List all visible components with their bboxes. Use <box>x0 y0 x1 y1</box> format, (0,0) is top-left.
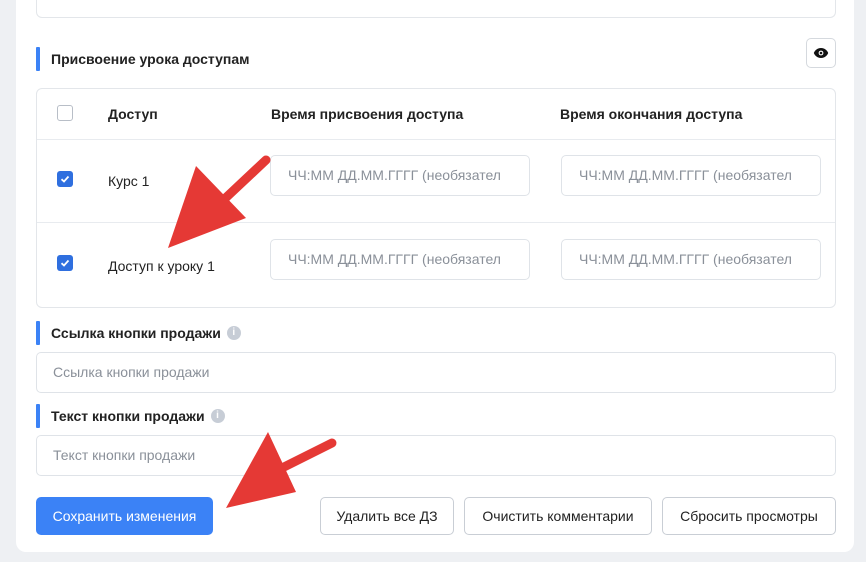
annotation-arrows <box>168 155 337 508</box>
annotation-arrow-icon <box>226 432 337 508</box>
annotation-arrow-icon <box>168 155 271 248</box>
